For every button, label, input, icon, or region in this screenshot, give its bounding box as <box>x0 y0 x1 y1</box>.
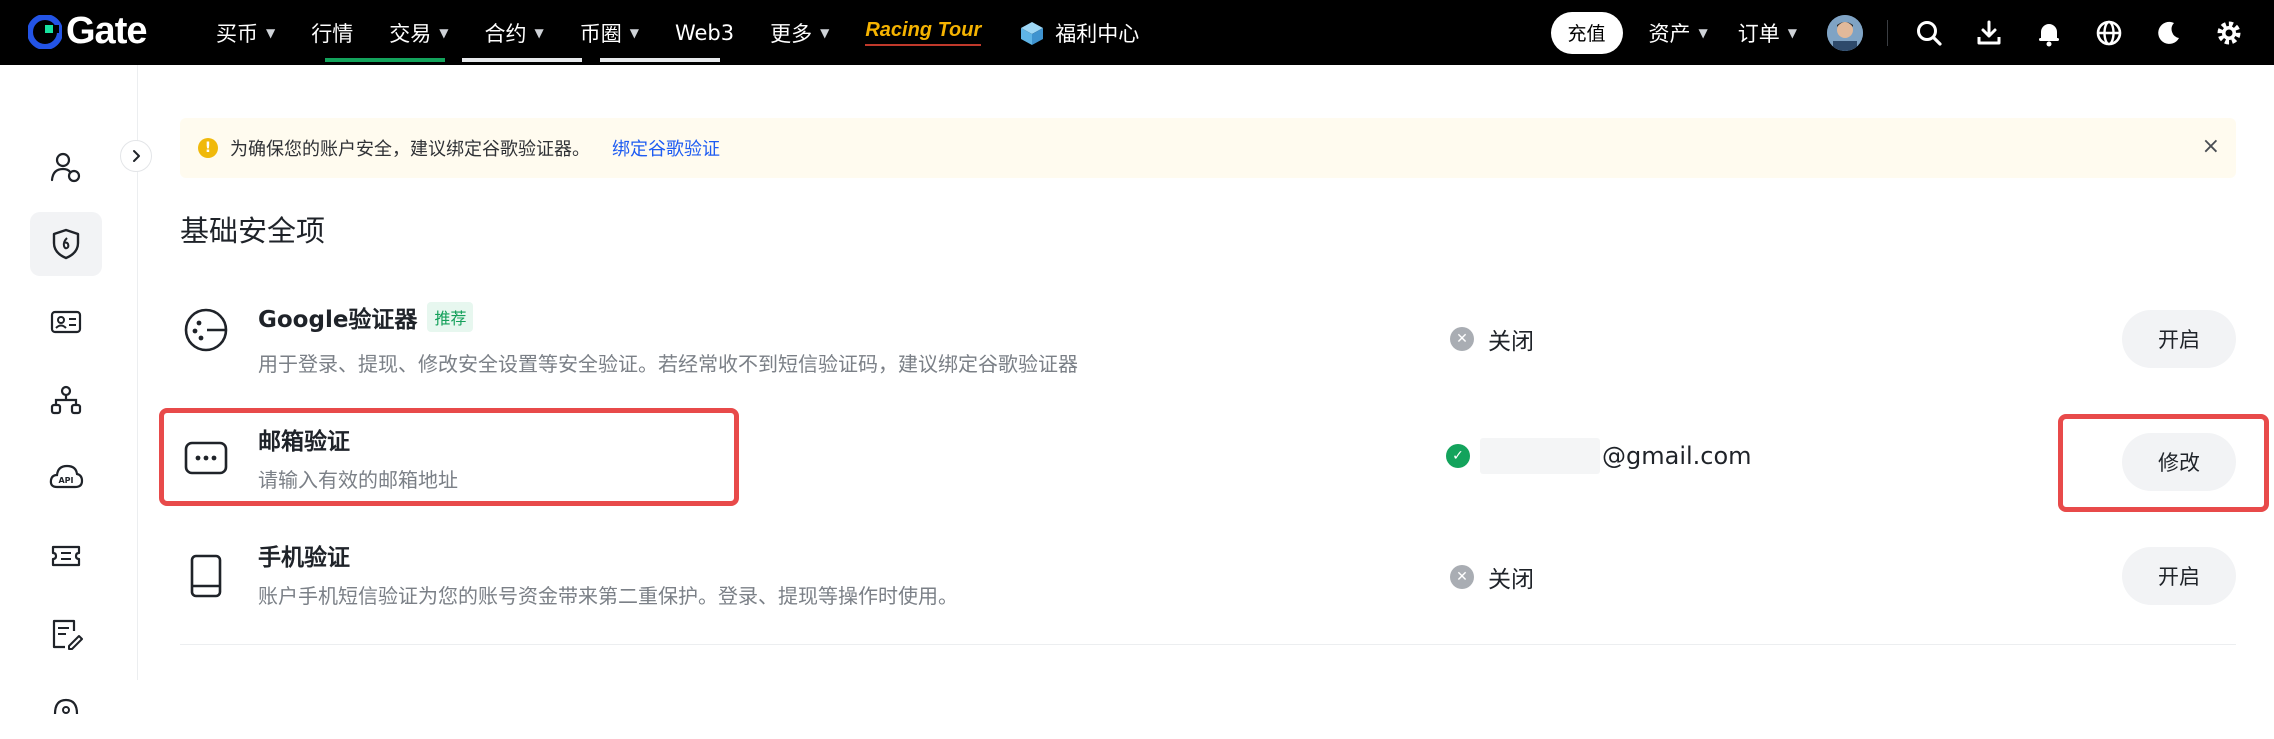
gate-logo[interactable]: Gate <box>28 10 147 53</box>
nav-more[interactable]: 更多 ▼ <box>770 18 829 48</box>
moon-icon[interactable] <box>2154 18 2184 48</box>
close-circle-icon: ✕ <box>1450 327 1474 351</box>
chevron-down-icon: ▼ <box>1787 25 1797 40</box>
orders-label: 订单 <box>1737 21 1780 46</box>
edit-doc-icon <box>52 619 83 650</box>
recommended-badge: 推荐 <box>427 302 474 332</box>
item-title: Google验证器 <box>258 307 418 333</box>
globe-icon[interactable] <box>2094 18 2124 48</box>
sidebar-item-more[interactable] <box>30 675 102 739</box>
gate-logo-icon <box>28 14 62 49</box>
nav-label: 更多 <box>770 21 813 46</box>
sidebar-item-profile[interactable] <box>30 135 102 199</box>
logo-text: Gate <box>66 10 147 52</box>
item-title: 手机验证 <box>258 545 350 571</box>
highlight-box-email-item <box>159 408 739 506</box>
racing-tour-banner[interactable]: Racing Tour <box>865 19 982 46</box>
id-card-icon <box>50 310 82 334</box>
gear-icon[interactable] <box>2214 18 2244 48</box>
search-icon[interactable] <box>1914 18 1944 48</box>
warning-icon: ! <box>198 138 218 158</box>
more-icon <box>53 698 79 715</box>
referral-icon <box>50 385 82 415</box>
sidebar-item-identity[interactable] <box>30 290 102 354</box>
sidebar-item-coupons[interactable] <box>30 524 102 588</box>
enable-google-auth-button[interactable]: 开启 <box>2122 310 2236 368</box>
sidebar-collapse-button[interactable] <box>120 140 152 172</box>
nav-trade[interactable]: 交易 ▼ <box>389 18 448 48</box>
deposit-button[interactable]: 充值 <box>1550 11 1623 54</box>
section-divider <box>180 644 2236 645</box>
assets-menu[interactable]: 资产 ▼ <box>1649 18 1708 48</box>
download-icon[interactable] <box>1974 18 2004 48</box>
chevron-down-icon: ▼ <box>534 25 544 40</box>
coupon-icon <box>51 545 81 567</box>
chevron-down-icon: ▼ <box>439 25 449 40</box>
account-sidebar: API <box>0 65 138 715</box>
gift-box-icon <box>1021 21 1044 45</box>
chevron-down-icon: ▼ <box>1698 25 1708 40</box>
api-icon: API <box>49 464 84 489</box>
check-circle-icon: ✓ <box>1446 444 1470 468</box>
right-nav: 充值 资产 ▼ 订单 ▼ <box>1550 0 2274 65</box>
nav-divider <box>1887 19 1888 46</box>
avatar-image <box>1827 14 1863 51</box>
assets-label: 资产 <box>1648 21 1691 46</box>
close-icon[interactable]: × <box>2202 134 2220 159</box>
phone-auth-title: 手机验证 <box>258 538 350 572</box>
security-level-bar-filled <box>325 58 445 62</box>
user-icon <box>50 152 81 183</box>
enable-phone-auth-button[interactable]: 开启 <box>2122 547 2236 605</box>
security-alert-banner: ! 为确保您的账户安全，建议绑定谷歌验证器。 绑定谷歌验证 × <box>180 118 2236 178</box>
nav-label: 合约 <box>484 21 527 46</box>
status-text: 关闭 <box>1488 567 1534 593</box>
section-title: 基础安全项 <box>180 214 326 248</box>
sidebar-item-referral[interactable] <box>30 368 102 432</box>
security-item-phone: 手机验证 账户手机短信验证为您的账号资金带来第二重保护。登录、提现等操作时使用。… <box>180 530 2236 642</box>
google-auth-icon <box>180 304 232 356</box>
chevron-down-icon: ▼ <box>266 25 276 40</box>
orders-menu[interactable]: 订单 ▼ <box>1738 18 1797 48</box>
security-level-bar-empty <box>462 58 582 62</box>
phone-auth-desc: 账户手机短信验证为您的账号资金带来第二重保护。登录、提现等操作时使用。 <box>258 584 958 608</box>
sidebar-item-reports[interactable] <box>30 602 102 666</box>
phone-auth-icon <box>180 550 232 602</box>
sidebar-item-api[interactable]: API <box>30 446 102 510</box>
nav-futures[interactable]: 合约 ▼ <box>484 18 543 48</box>
security-item-google-auth: Google验证器 推荐 用于登录、提现、修改安全设置等安全验证。若经常收不到短… <box>180 276 2236 386</box>
email-domain-text: @gmail.com <box>1602 442 1752 470</box>
email-auth-status: ✓ @gmail.com <box>1446 438 1752 474</box>
nav-label: 买币 <box>216 21 258 46</box>
nav-buy-crypto[interactable]: 买币 ▼ <box>216 18 275 48</box>
alert-text: 为确保您的账户安全，建议绑定谷歌验证器。 <box>230 139 590 160</box>
google-auth-status: ✕ 关闭 <box>1450 322 1534 356</box>
bell-icon[interactable] <box>2034 18 2064 48</box>
chevron-down-icon: ▼ <box>820 25 830 40</box>
chevron-down-icon: ▼ <box>629 25 639 40</box>
google-auth-title: Google验证器 推荐 <box>258 300 474 334</box>
sidebar-item-security[interactable] <box>30 212 102 276</box>
status-text: 关闭 <box>1488 329 1534 355</box>
shield-icon <box>52 228 80 260</box>
bind-google-auth-link[interactable]: 绑定谷歌验证 <box>612 135 720 161</box>
svg-text:API: API <box>58 476 73 485</box>
nav-web3[interactable]: Web3 <box>675 21 734 45</box>
nav-label: 交易 <box>389 21 432 46</box>
google-auth-desc: 用于登录、提现、修改安全设置等安全验证。若经常收不到短信验证码，建议绑定谷歌验证… <box>258 352 1078 376</box>
security-level-bar-empty <box>600 58 720 62</box>
masked-email-prefix <box>1480 438 1600 474</box>
nav-markets[interactable]: 行情 <box>311 18 353 48</box>
avatar[interactable] <box>1827 14 1863 51</box>
highlight-box-modify-button <box>2058 414 2269 512</box>
welfare-label: 福利中心 <box>1055 21 1140 46</box>
nav-label: Web3 <box>674 20 735 45</box>
security-level-strip <box>180 50 740 64</box>
nav-circle[interactable]: 币圈 ▼ <box>580 18 639 48</box>
nav-label: 币圈 <box>579 21 622 46</box>
chevron-right-icon <box>133 150 140 162</box>
welfare-center-link[interactable]: 福利中心 <box>1019 18 1139 48</box>
nav-label: 行情 <box>311 21 354 46</box>
close-circle-icon: ✕ <box>1450 565 1474 589</box>
phone-auth-status: ✕ 关闭 <box>1450 560 1534 594</box>
